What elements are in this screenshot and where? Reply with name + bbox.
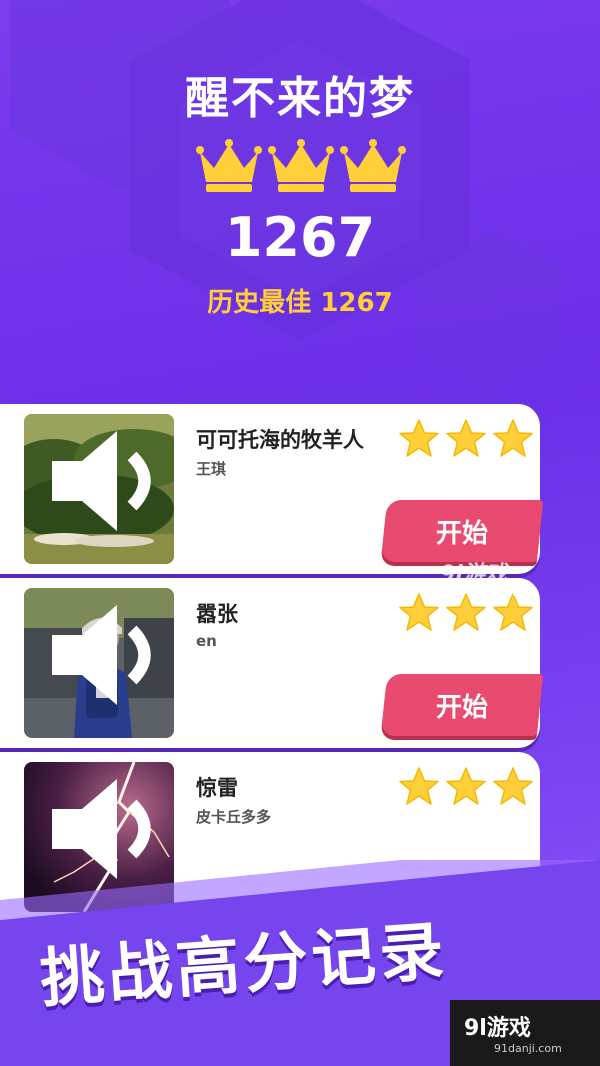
best-score: 历史最佳 1267: [207, 288, 393, 318]
song-card[interactable]: 可可托海的牧羊人 王琪 开始: [0, 404, 544, 574]
star-icon: [493, 419, 533, 457]
star-rating: [398, 418, 534, 462]
watermark-brand: 9l游戏: [440, 562, 507, 587]
star-icon: [399, 419, 439, 457]
start-button[interactable]: 开始: [380, 500, 544, 562]
song-title: 惊雷: [196, 776, 238, 800]
start-button-label: 开始: [435, 518, 488, 549]
song-thumbnail: [24, 414, 174, 564]
star-icon: [446, 419, 486, 457]
song-title: 可可托海的牧羊人: [196, 428, 364, 452]
song-artist: 皮卡丘多多: [196, 808, 272, 826]
song-artist: 王琪: [196, 460, 227, 478]
crown-rating: [196, 138, 406, 198]
crown-icon: [340, 139, 406, 192]
crown-icon: [196, 139, 262, 192]
watermark-domain: 91danji.com: [494, 1042, 562, 1055]
watermark-corner: 9l游戏 91danji.com: [450, 1000, 600, 1066]
watermark-domain: 91danji.com: [470, 588, 539, 599]
star-icon: [399, 767, 439, 805]
current-song-title: 醒不来的梦: [185, 73, 415, 124]
watermark-brand: 9l游戏: [464, 1016, 531, 1041]
speaker-icon[interactable]: [32, 414, 174, 556]
current-score: 1267: [224, 206, 376, 269]
star-icon: [399, 593, 439, 631]
start-button[interactable]: 开始: [380, 674, 544, 736]
song-title: 嚣张: [196, 602, 238, 626]
start-button-label: 开始: [435, 692, 488, 723]
song-thumbnail: [24, 588, 174, 738]
speaker-icon[interactable]: [32, 588, 174, 730]
star-icon: [446, 767, 486, 805]
song-artist: en: [196, 632, 217, 650]
score-header: 醒不来的梦 1267 历史最佳 1267: [0, 0, 600, 400]
star-rating: [398, 766, 534, 810]
song-card[interactable]: 嚣张 en 开始: [0, 578, 544, 748]
star-icon: [493, 767, 533, 805]
watermark-mid: 9l游戏 91danji.com: [440, 556, 539, 599]
crown-icon: [268, 139, 334, 192]
